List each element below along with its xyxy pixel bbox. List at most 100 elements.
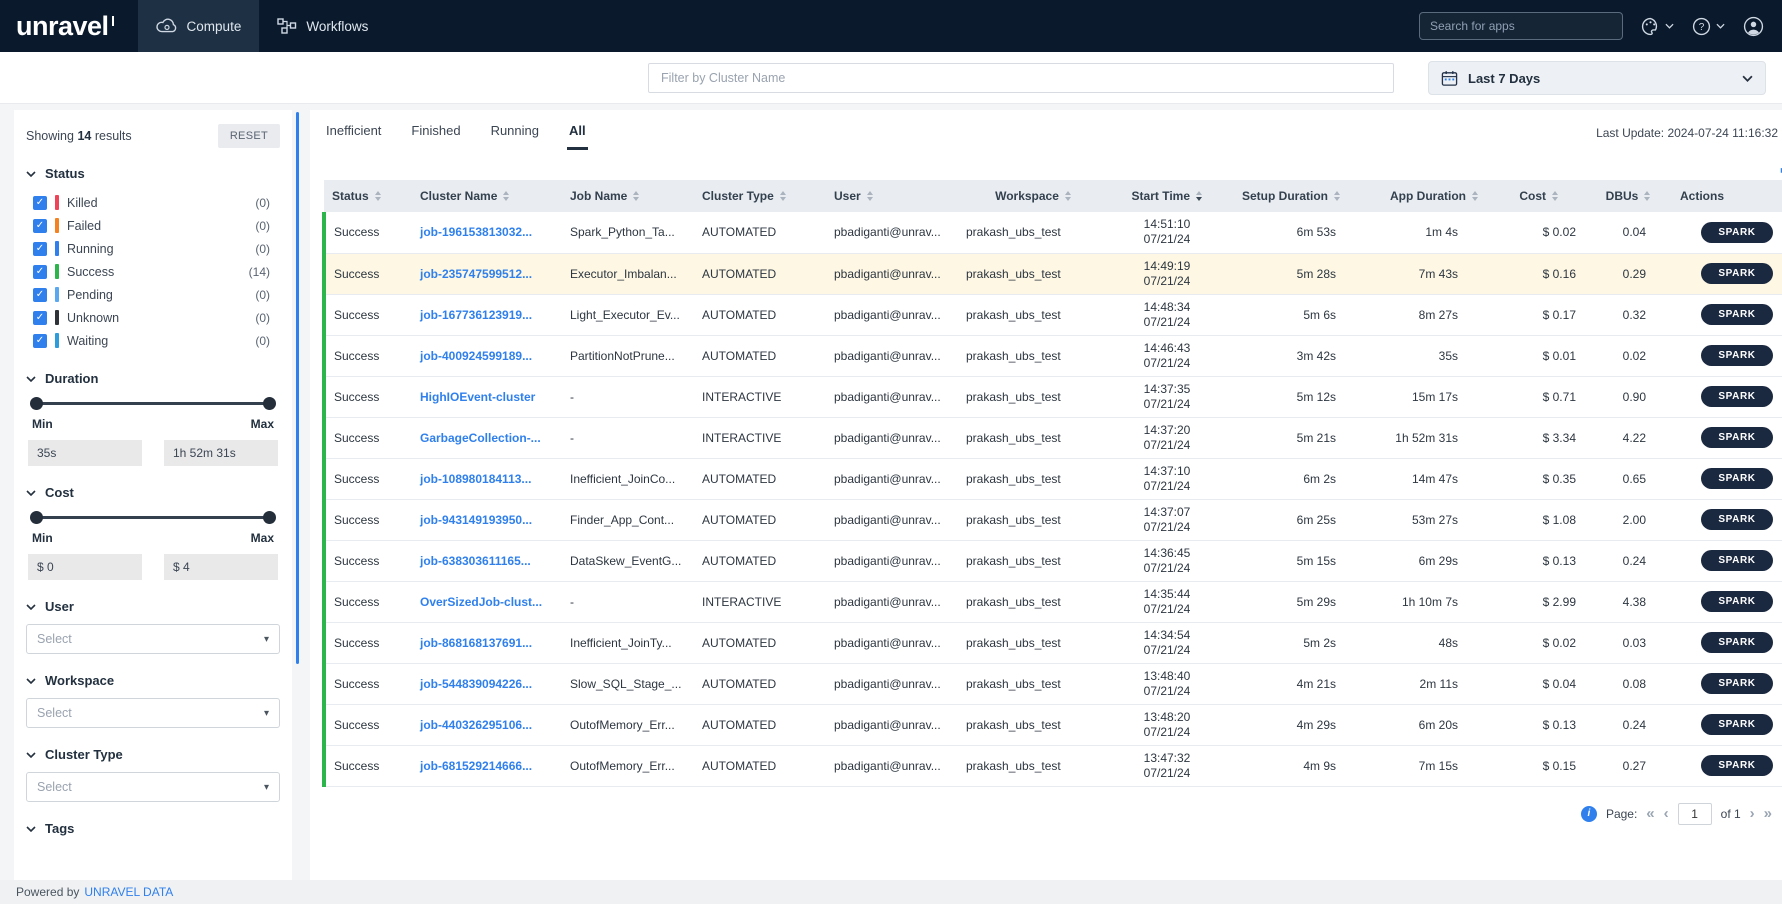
column-header[interactable]: Start Time (1108, 180, 1226, 212)
cluster-name-link[interactable]: job-108980184113... (420, 472, 531, 486)
last-page-button[interactable]: » (1764, 806, 1772, 821)
tab[interactable]: Running (489, 114, 541, 150)
column-header[interactable]: Workspace (958, 180, 1108, 212)
cluster-name-link[interactable]: job-440326295106... (420, 718, 532, 732)
cluster-name-link[interactable]: job-196153813032... (420, 225, 532, 239)
spark-action-button[interactable]: SPARK (1701, 755, 1772, 776)
status-checkbox[interactable]: ✓ (33, 288, 47, 302)
nav-item-compute[interactable]: Compute (138, 0, 260, 52)
info-icon[interactable]: i (1581, 806, 1597, 822)
status-filter-item[interactable]: ✓ Running (0) (26, 237, 280, 260)
spark-action-button[interactable]: SPARK (1701, 427, 1772, 448)
spark-action-button[interactable]: SPARK (1701, 345, 1772, 366)
user-section-header[interactable]: User (26, 599, 280, 614)
table-row[interactable]: Success GarbageCollection-... - INTERACT… (324, 417, 1782, 458)
table-row[interactable]: Success job-400924599189... PartitionNot… (324, 335, 1782, 376)
theme-menu-button[interactable] (1641, 17, 1674, 36)
cost-min-input[interactable] (28, 554, 142, 580)
status-filter-item[interactable]: ✓ Waiting (0) (26, 329, 280, 352)
cost-slider[interactable] (33, 510, 273, 524)
status-filter-item[interactable]: ✓ Pending (0) (26, 283, 280, 306)
spark-action-button[interactable]: SPARK (1701, 632, 1772, 653)
column-header[interactable]: App Duration (1364, 180, 1486, 212)
table-row[interactable]: Success job-196153813032... Spark_Python… (324, 212, 1782, 253)
column-header[interactable]: Cost (1486, 180, 1584, 212)
spark-action-button[interactable]: SPARK (1701, 304, 1772, 325)
user-menu-button[interactable] (1743, 16, 1764, 37)
column-header[interactable]: Setup Duration (1226, 180, 1364, 212)
duration-max-input[interactable] (164, 440, 278, 466)
cluster-name-link[interactable]: job-167736123919... (420, 308, 532, 322)
spark-action-button[interactable]: SPARK (1701, 591, 1772, 612)
status-checkbox[interactable]: ✓ (33, 265, 47, 279)
column-header[interactable]: Status (324, 180, 412, 212)
duration-slider[interactable] (33, 396, 273, 410)
column-header[interactable]: DBUs (1584, 180, 1672, 212)
sidebar-scrollbar[interactable] (296, 112, 299, 664)
cluster-name-link[interactable]: OverSizedJob-clust... (420, 595, 542, 609)
status-checkbox[interactable]: ✓ (33, 311, 47, 325)
cluster-name-link[interactable]: job-400924599189... (420, 349, 532, 363)
spark-action-button[interactable]: SPARK (1701, 714, 1772, 735)
tab[interactable]: All (567, 114, 588, 150)
workspace-select[interactable]: Select ▾ (26, 698, 280, 728)
cluster-name-link[interactable]: job-681529214666... (420, 759, 532, 773)
status-checkbox[interactable]: ✓ (33, 334, 47, 348)
cluster-name-link[interactable]: HighIOEvent-cluster (420, 390, 535, 404)
next-page-button[interactable]: › (1750, 806, 1755, 821)
column-header[interactable]: User (826, 180, 958, 212)
table-row[interactable]: Success job-868168137691... Inefficient_… (324, 622, 1782, 663)
cost-max-handle[interactable] (263, 511, 276, 524)
table-row[interactable]: Success job-544839094226... Slow_SQL_Sta… (324, 663, 1782, 704)
table-row[interactable]: Success OverSizedJob-clust... - INTERACT… (324, 581, 1782, 622)
duration-section-header[interactable]: Duration (26, 371, 280, 386)
spark-action-button[interactable]: SPARK (1701, 263, 1772, 284)
cost-max-input[interactable] (164, 554, 278, 580)
cluster-name-link[interactable]: job-638303611165... (420, 554, 531, 568)
table-row[interactable]: Success job-167736123919... Light_Execut… (324, 294, 1782, 335)
cluster-type-select[interactable]: Select ▾ (26, 772, 280, 802)
cost-min-handle[interactable] (30, 511, 43, 524)
spark-action-button[interactable]: SPARK (1701, 673, 1772, 694)
unravel-data-link[interactable]: UNRAVEL DATA (84, 885, 173, 899)
status-checkbox[interactable]: ✓ (33, 219, 47, 233)
cluster-name-link[interactable]: job-235747599512... (420, 267, 532, 281)
table-row[interactable]: Success job-108980184113... Inefficient_… (324, 458, 1782, 499)
spark-action-button[interactable]: SPARK (1701, 509, 1772, 530)
cluster-name-link[interactable]: job-868168137691... (420, 636, 532, 650)
first-page-button[interactable]: « (1646, 806, 1654, 821)
tab[interactable]: Inefficient (324, 114, 383, 150)
status-filter-item[interactable]: ✓ Success (14) (26, 260, 280, 283)
spark-action-button[interactable]: SPARK (1701, 222, 1772, 243)
cluster-type-section-header[interactable]: Cluster Type (26, 747, 280, 762)
table-row[interactable]: Success job-440326295106... OutofMemory_… (324, 704, 1782, 745)
tags-section-header[interactable]: Tags (26, 821, 280, 836)
prev-page-button[interactable]: ‹ (1664, 806, 1669, 821)
nav-item-workflows[interactable]: Workflows (259, 0, 386, 52)
duration-min-handle[interactable] (30, 397, 43, 410)
spark-action-button[interactable]: SPARK (1701, 550, 1772, 571)
page-number-input[interactable] (1678, 803, 1712, 825)
column-header[interactable]: Cluster Type (694, 180, 826, 212)
apps-search-input[interactable] (1419, 12, 1623, 40)
table-row[interactable]: Success job-943149193950... Finder_App_C… (324, 499, 1782, 540)
duration-min-input[interactable] (28, 440, 142, 466)
status-filter-item[interactable]: ✓ Failed (0) (26, 214, 280, 237)
status-filter-item[interactable]: ✓ Unknown (0) (26, 306, 280, 329)
cluster-name-link[interactable]: job-943149193950... (420, 513, 532, 527)
duration-max-handle[interactable] (263, 397, 276, 410)
status-section-header[interactable]: Status (26, 166, 280, 181)
column-header[interactable]: Cluster Name (412, 180, 562, 212)
unravel-logo[interactable]: unravel (16, 11, 114, 42)
cluster-name-filter-input[interactable] (648, 63, 1394, 93)
cost-section-header[interactable]: Cost (26, 485, 280, 500)
cluster-name-link[interactable]: GarbageCollection-... (420, 431, 541, 445)
cluster-name-link[interactable]: job-544839094226... (420, 677, 532, 691)
date-range-select[interactable]: Last 7 Days (1428, 61, 1766, 95)
status-filter-item[interactable]: ✓ Killed (0) (26, 191, 280, 214)
table-row[interactable]: Success job-235747599512... Executor_Imb… (324, 253, 1782, 294)
tab[interactable]: Finished (409, 114, 462, 150)
workspace-section-header[interactable]: Workspace (26, 673, 280, 688)
spark-action-button[interactable]: SPARK (1701, 386, 1772, 407)
status-checkbox[interactable]: ✓ (33, 242, 47, 256)
